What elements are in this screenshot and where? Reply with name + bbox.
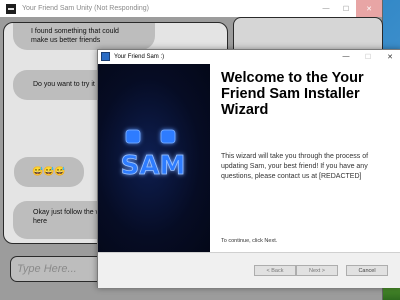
installer-titlebar[interactable]: Your Friend Sam :) — ☐ ✕ (98, 50, 400, 63)
close-button[interactable]: ✕ (356, 0, 382, 17)
cancel-button[interactable]: Cancel (346, 265, 388, 276)
unity-app-icon (6, 3, 16, 14)
installer-minimize-button[interactable]: — (335, 50, 357, 63)
installer-app-icon (101, 52, 110, 61)
sam-logo-text: SAM (121, 151, 186, 181)
installer-maximize-button: ☐ (364, 53, 372, 61)
continue-instruction: To continue, click Next. (221, 238, 278, 244)
installer-heading: Welcome to the Your Friend Sam Installer… (221, 70, 364, 118)
installer-content: Welcome to the Your Friend Sam Installer… (221, 64, 396, 252)
installer-footer: < Back Next > Cancel (98, 252, 400, 288)
back-window-title: Your Friend Sam Unity (Not Responding) (22, 5, 149, 12)
maximize-button[interactable]: ☐ (336, 0, 356, 17)
minimize-button[interactable]: — (316, 0, 336, 17)
chat-message-3: 😅😅😅 (14, 157, 84, 187)
installer-title: Your Friend Sam :) (114, 53, 165, 60)
installer-window: Your Friend Sam :) — ☐ ✕ SAM Welcome to … (97, 49, 400, 288)
back-button[interactable]: < Back (254, 265, 296, 276)
back-window-titlebar[interactable]: Your Friend Sam Unity (Not Responding) —… (0, 0, 382, 17)
chat-message-1: I found something that could make us bet… (13, 23, 155, 50)
installer-close-button[interactable]: ✕ (379, 50, 400, 63)
sam-logo-icon: SAM (120, 129, 186, 181)
next-button[interactable]: Next > (296, 265, 338, 276)
installer-banner: SAM (98, 64, 210, 252)
installer-description: This wizard will take you through the pr… (221, 153, 369, 180)
